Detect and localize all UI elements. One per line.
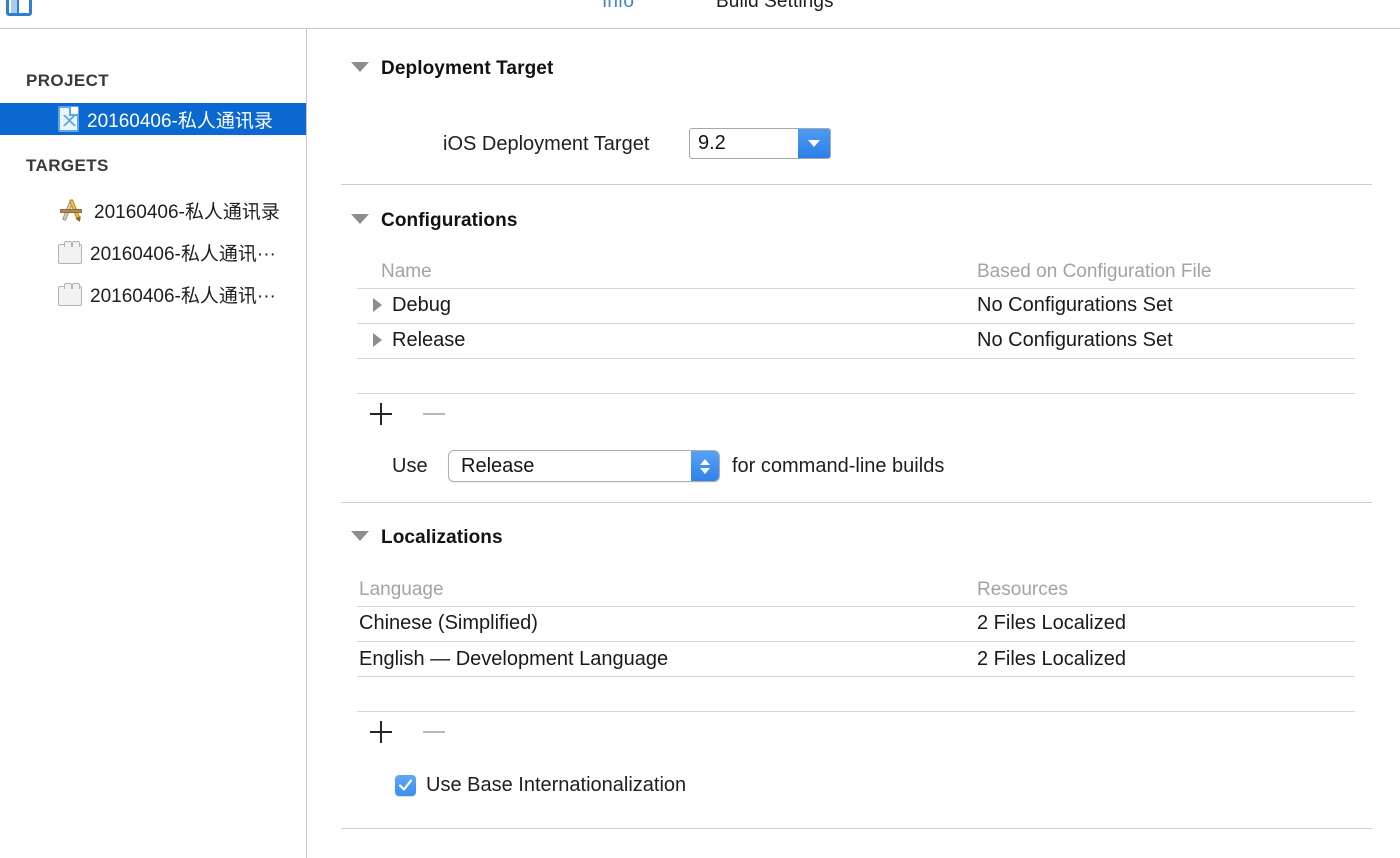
table-divider bbox=[357, 323, 1355, 324]
remove-configuration-button bbox=[423, 413, 445, 415]
triangle-right-icon[interactable] bbox=[373, 298, 382, 312]
table-divider bbox=[357, 711, 1355, 712]
sidebar-item-project[interactable]: 20160406-私人通讯录 bbox=[0, 103, 306, 135]
triangle-down-icon[interactable] bbox=[351, 531, 369, 541]
table-divider bbox=[357, 358, 1355, 359]
project-document-icon bbox=[58, 106, 79, 132]
project-targets-sidebar: PROJECT 20160406-私人通讯录 TARGETS 20160406-… bbox=[0, 29, 306, 858]
config-name: Release bbox=[392, 329, 465, 352]
sidebar-content-divider bbox=[306, 29, 307, 858]
table-divider bbox=[357, 393, 1355, 394]
add-configuration-button[interactable] bbox=[370, 403, 392, 425]
section-divider bbox=[341, 828, 1372, 829]
use-label: Use bbox=[392, 455, 428, 478]
table-divider bbox=[357, 676, 1355, 677]
app-target-icon bbox=[58, 198, 86, 222]
language-resources: 2 Files Localized bbox=[977, 648, 1126, 671]
xcode-project-editor: Info Build Settings PROJECT 20160406-私人通… bbox=[0, 0, 1400, 858]
test-bundle-icon bbox=[58, 244, 82, 264]
chevron-up-down-icon[interactable] bbox=[691, 451, 719, 481]
sidebar-item-target-uitests[interactable]: 20160406-私人通讯··· bbox=[0, 278, 306, 310]
use-base-internationalization-checkbox[interactable] bbox=[395, 775, 416, 796]
column-header-based-on: Based on Configuration File bbox=[977, 261, 1211, 283]
triangle-down-icon[interactable] bbox=[351, 62, 369, 72]
language-resources: 2 Files Localized bbox=[977, 612, 1126, 635]
tab-build-settings[interactable]: Build Settings bbox=[716, 0, 834, 13]
remove-localization-button bbox=[423, 731, 445, 733]
ios-deployment-target-combobox[interactable]: 9.2 bbox=[689, 128, 831, 159]
add-localization-button[interactable] bbox=[370, 721, 392, 743]
test-bundle-icon bbox=[58, 286, 82, 306]
column-header-language: Language bbox=[359, 579, 444, 601]
editor-tab-bar: Info Build Settings bbox=[0, 0, 1400, 24]
language-name: Chinese (Simplified) bbox=[359, 612, 538, 635]
sidebar-group-targets-title: TARGETS bbox=[26, 156, 109, 176]
ios-deployment-target-label: iOS Deployment Target bbox=[443, 133, 649, 156]
config-based-on: No Configurations Set bbox=[977, 329, 1173, 352]
column-header-resources: Resources bbox=[977, 579, 1068, 601]
sidebar-item-label: 20160406-私人通讯录 bbox=[87, 106, 273, 133]
command-line-builds-label: for command-line builds bbox=[732, 455, 944, 478]
language-name: English — Development Language bbox=[359, 648, 668, 671]
sidebar-item-label: 20160406-私人通讯··· bbox=[90, 239, 276, 266]
config-based-on: No Configurations Set bbox=[977, 294, 1173, 317]
table-divider bbox=[357, 606, 1355, 607]
section-divider bbox=[341, 502, 1372, 503]
sidebar-item-label: 20160406-私人通讯··· bbox=[90, 281, 276, 308]
tab-info[interactable]: Info bbox=[602, 0, 634, 13]
triangle-down-icon[interactable] bbox=[351, 214, 369, 224]
section-divider bbox=[341, 184, 1372, 185]
ios-deployment-target-value: 9.2 bbox=[690, 132, 798, 155]
command-line-configuration-popup[interactable]: Release bbox=[448, 450, 720, 482]
checkmark-icon bbox=[398, 778, 413, 793]
sidebar-item-label: 20160406-私人通讯录 bbox=[94, 197, 280, 224]
chevron-down-icon[interactable] bbox=[798, 129, 830, 158]
config-name: Debug bbox=[392, 294, 451, 317]
use-base-internationalization-label: Use Base Internationalization bbox=[426, 774, 686, 797]
section-title-configurations: Configurations bbox=[381, 210, 518, 232]
table-divider bbox=[357, 641, 1355, 642]
toolbar: Info Build Settings bbox=[0, 0, 1400, 28]
section-title-localizations: Localizations bbox=[381, 527, 503, 549]
command-line-configuration-value: Release bbox=[449, 455, 691, 478]
triangle-right-icon[interactable] bbox=[373, 333, 382, 347]
sidebar-item-target-app[interactable]: 20160406-私人通讯录 bbox=[0, 194, 306, 226]
sidebar-group-project-title: PROJECT bbox=[26, 71, 109, 91]
column-header-name: Name bbox=[381, 261, 432, 283]
sidebar-item-target-tests[interactable]: 20160406-私人通讯··· bbox=[0, 236, 306, 268]
section-title-deployment-target: Deployment Target bbox=[381, 58, 553, 80]
table-divider bbox=[357, 288, 1355, 289]
